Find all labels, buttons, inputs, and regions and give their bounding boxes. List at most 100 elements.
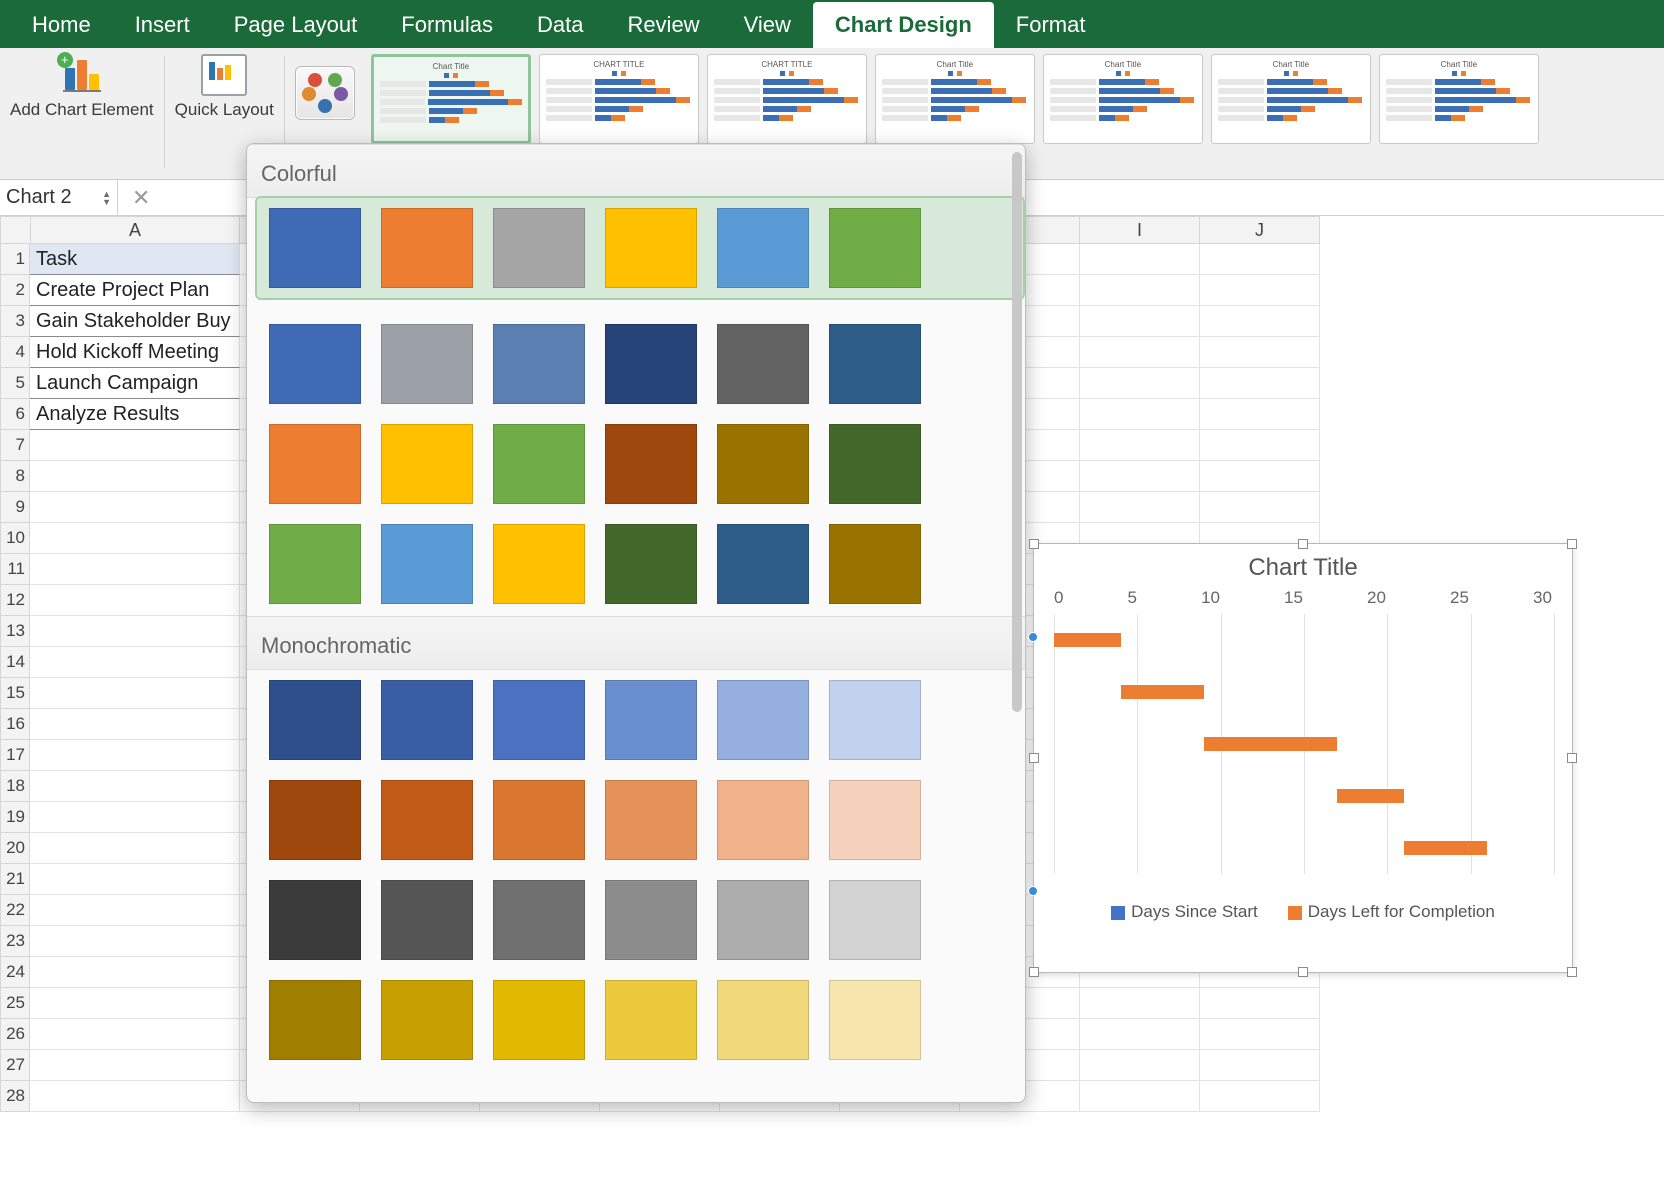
resize-handle[interactable] <box>1029 967 1039 977</box>
row-header[interactable]: 15 <box>0 678 30 709</box>
cell[interactable] <box>1080 368 1200 399</box>
chart-style-thumb[interactable]: CHART TITLE <box>539 54 699 144</box>
cell[interactable] <box>1080 244 1200 275</box>
cell[interactable] <box>1080 275 1200 306</box>
tab-chart-design[interactable]: Chart Design <box>813 2 994 48</box>
palette-row[interactable] <box>269 780 1011 860</box>
palette-row[interactable] <box>269 680 1011 760</box>
resize-handle[interactable] <box>1567 967 1577 977</box>
color-swatch[interactable] <box>381 424 473 504</box>
color-swatch[interactable] <box>269 980 361 1060</box>
cell[interactable] <box>30 492 240 523</box>
cell[interactable] <box>1080 399 1200 430</box>
color-swatch[interactable] <box>493 324 585 404</box>
palette-row[interactable] <box>269 980 1011 1060</box>
select-all-corner[interactable] <box>0 216 30 244</box>
color-swatch[interactable] <box>605 208 697 288</box>
row-header[interactable]: 18 <box>0 771 30 802</box>
color-swatch[interactable] <box>493 880 585 960</box>
cell[interactable] <box>30 771 240 802</box>
resize-handle[interactable] <box>1567 539 1577 549</box>
row-header[interactable]: 16 <box>0 709 30 740</box>
row-header[interactable]: 19 <box>0 802 30 833</box>
plot-area[interactable] <box>1048 614 1558 874</box>
color-swatch[interactable] <box>717 980 809 1060</box>
resize-handle[interactable] <box>1029 753 1039 763</box>
resize-handle[interactable] <box>1567 753 1577 763</box>
cell[interactable] <box>1200 430 1320 461</box>
chart-bar[interactable] <box>1404 841 1487 855</box>
change-colors-button[interactable] <box>295 66 355 120</box>
row-header[interactable]: 6 <box>0 399 30 430</box>
color-swatch[interactable] <box>829 780 921 860</box>
row-header[interactable]: 1 <box>0 244 30 275</box>
color-swatch[interactable] <box>605 424 697 504</box>
cell[interactable] <box>1080 430 1200 461</box>
row-header[interactable]: 17 <box>0 740 30 771</box>
color-swatch[interactable] <box>269 324 361 404</box>
embedded-chart[interactable]: Chart Title 051015202530 Days Since Star… <box>1033 543 1573 973</box>
chart-style-thumb[interactable]: Chart Title <box>875 54 1035 144</box>
cell[interactable]: Analyze Results <box>30 399 240 430</box>
color-swatch[interactable] <box>717 680 809 760</box>
cell[interactable] <box>1080 988 1200 1019</box>
color-swatch[interactable] <box>605 780 697 860</box>
color-swatch[interactable] <box>829 524 921 604</box>
row-header[interactable]: 2 <box>0 275 30 306</box>
tab-formulas[interactable]: Formulas <box>379 2 515 48</box>
color-swatch[interactable] <box>493 524 585 604</box>
cell[interactable]: Create Project Plan <box>30 275 240 306</box>
color-swatch[interactable] <box>829 680 921 760</box>
cell[interactable] <box>1200 461 1320 492</box>
tab-data[interactable]: Data <box>515 2 605 48</box>
color-swatch[interactable] <box>381 680 473 760</box>
color-swatch[interactable] <box>493 780 585 860</box>
cell[interactable] <box>1200 275 1320 306</box>
cell[interactable] <box>30 864 240 895</box>
cell[interactable] <box>1200 1050 1320 1081</box>
color-swatch[interactable] <box>829 324 921 404</box>
cell[interactable] <box>1200 244 1320 275</box>
cell[interactable] <box>1080 1050 1200 1081</box>
palette-row[interactable] <box>255 196 1025 300</box>
row-header[interactable]: 8 <box>0 461 30 492</box>
color-swatch[interactable] <box>381 324 473 404</box>
color-swatch[interactable] <box>269 880 361 960</box>
cell[interactable] <box>30 1081 240 1112</box>
row-header[interactable]: 3 <box>0 306 30 337</box>
tab-format[interactable]: Format <box>994 2 1108 48</box>
stepper-icon[interactable]: ▲▼ <box>102 190 111 206</box>
row-header[interactable]: 21 <box>0 864 30 895</box>
column-header[interactable]: I <box>1080 216 1200 244</box>
color-swatch[interactable] <box>717 880 809 960</box>
cell[interactable] <box>1200 399 1320 430</box>
palette-row[interactable] <box>269 424 1011 504</box>
chart-bar[interactable] <box>1054 633 1121 647</box>
chart-style-thumb[interactable]: Chart Title <box>1379 54 1539 144</box>
palette-row[interactable] <box>269 324 1011 404</box>
cell[interactable] <box>30 430 240 461</box>
row-header[interactable]: 23 <box>0 926 30 957</box>
color-swatch[interactable] <box>829 980 921 1060</box>
cell[interactable] <box>30 802 240 833</box>
color-swatch[interactable] <box>381 980 473 1060</box>
palette-row[interactable] <box>269 524 1011 604</box>
tab-view[interactable]: View <box>722 2 813 48</box>
color-swatch[interactable] <box>269 780 361 860</box>
color-swatch[interactable] <box>829 880 921 960</box>
tab-home[interactable]: Home <box>10 2 113 48</box>
color-swatch[interactable] <box>381 208 473 288</box>
name-box[interactable]: Chart 2 ▲▼ <box>0 180 118 215</box>
cell[interactable] <box>1200 1019 1320 1050</box>
add-chart-element-button[interactable]: + Add Chart Element <box>10 54 154 120</box>
cell[interactable] <box>30 833 240 864</box>
cell[interactable] <box>30 554 240 585</box>
cell[interactable] <box>1080 1081 1200 1112</box>
tab-review[interactable]: Review <box>605 2 721 48</box>
row-header[interactable]: 24 <box>0 957 30 988</box>
chart-bar[interactable] <box>1204 737 1337 751</box>
cell[interactable] <box>30 988 240 1019</box>
chart-legend[interactable]: Days Since Start Days Left for Completio… <box>1034 874 1572 922</box>
chart-style-thumb[interactable]: CHART TITLE <box>707 54 867 144</box>
column-header[interactable]: J <box>1200 216 1320 244</box>
